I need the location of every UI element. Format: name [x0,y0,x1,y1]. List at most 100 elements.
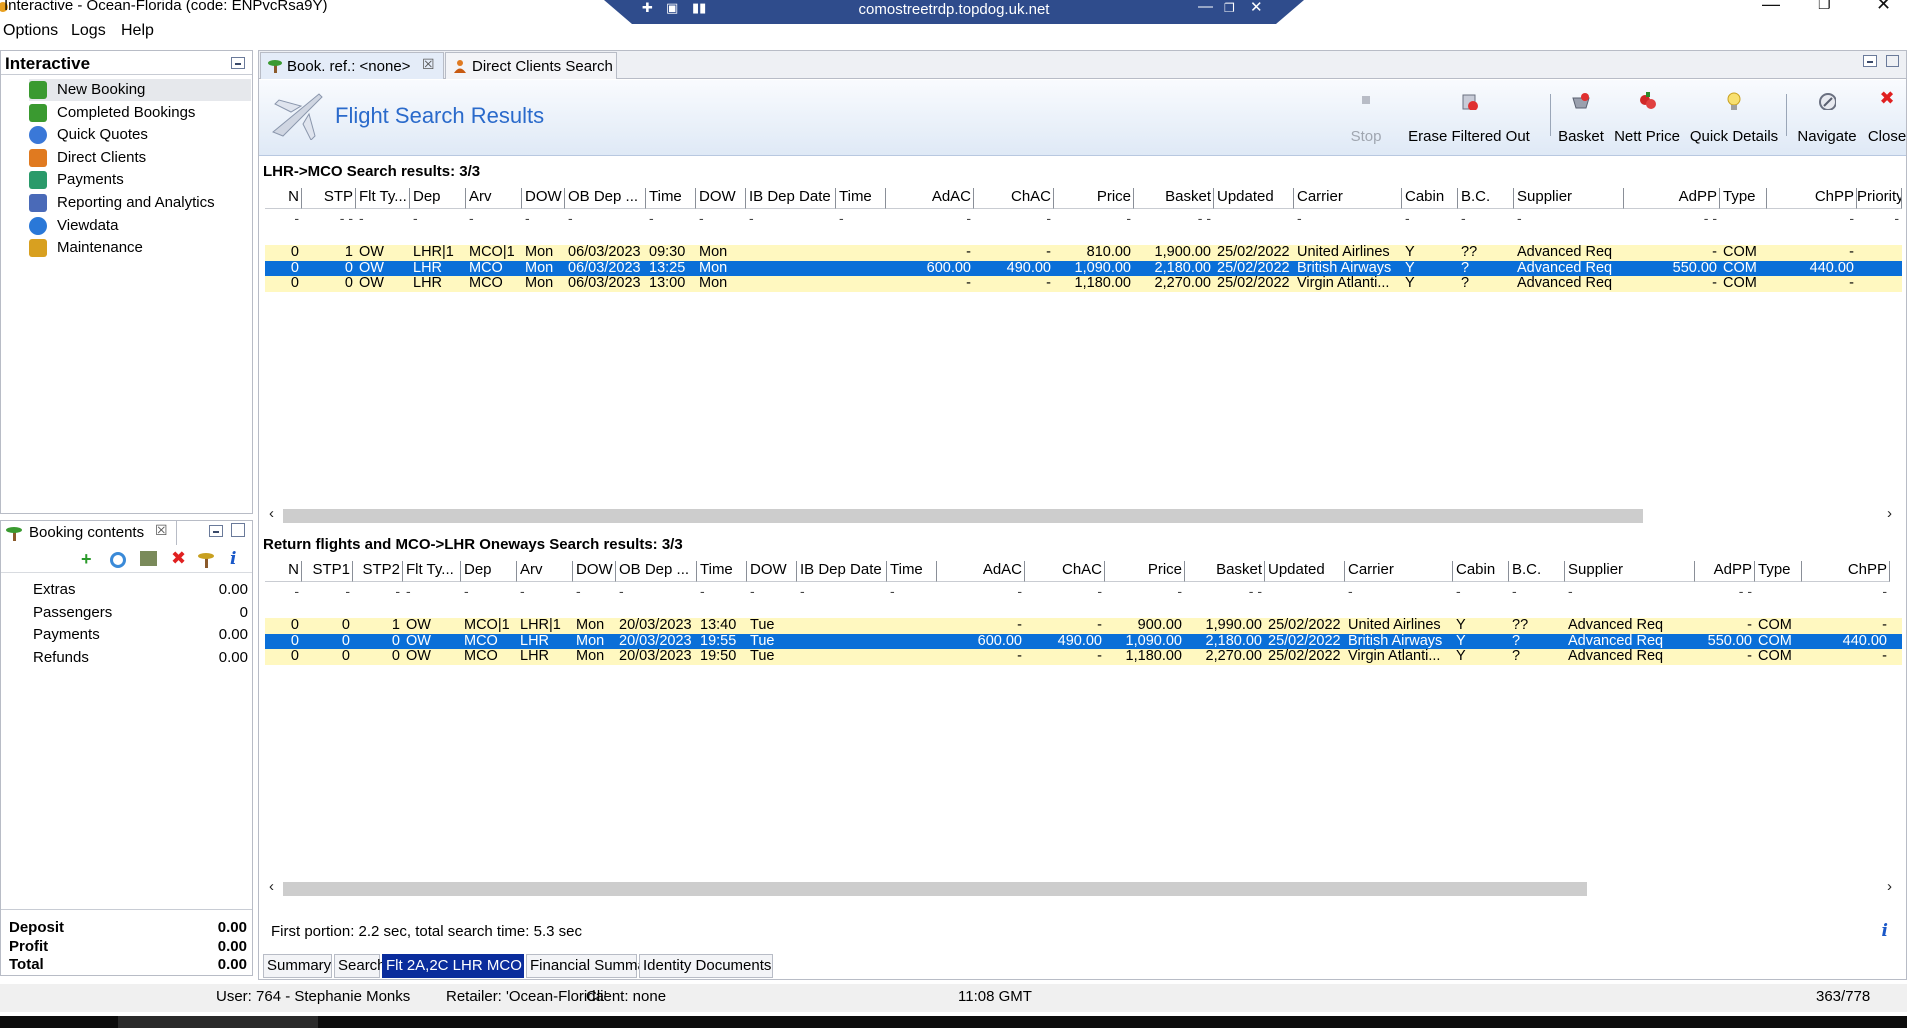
maximize-panel-icon[interactable] [231,523,245,537]
column-header[interactable]: ChAC [1025,561,1105,582]
column-header[interactable]: Dep [410,188,466,209]
column-filter[interactable]: - [573,583,616,601]
erase-filtered-out-button[interactable]: Erase Filtered Out [1394,88,1544,152]
column-filter[interactable]: - [616,583,697,601]
column-filter[interactable]: - [1458,210,1514,228]
rdp-restore-button[interactable]: ❐ [1224,1,1235,15]
column-header[interactable]: IB Dep Date [797,561,887,582]
column-filter[interactable]: - [1857,210,1902,228]
column-filter[interactable]: - [1802,583,1890,601]
table-row[interactable]: 0 0 0 OW MCO LHR Mon 20/03/2023 19:55 Tue 600.00 49… [265,633,1902,649]
column-header[interactable]: STP [302,188,356,209]
column-header[interactable]: DOW [747,561,797,582]
column-header[interactable]: Flt Ty... [403,561,461,582]
bottom-tab-identity-documents[interactable]: Identity Documents [639,954,773,978]
close-tab-icon[interactable]: ☒ [422,56,435,73]
booking-contents-tab[interactable]: Booking contents ☒ [1,521,177,545]
column-filter[interactable]: - - [1624,210,1720,228]
column-header[interactable]: DOW [573,561,616,582]
column-filter[interactable]: - [1402,210,1458,228]
tab-book-ref[interactable]: Book. ref.: <none> ☒ [260,52,444,79]
minimize-panel-icon[interactable] [231,57,245,69]
column-filter[interactable]: - [265,583,302,601]
rdp-close-button[interactable]: ✕ [1250,0,1263,16]
column-header[interactable]: Carrier [1345,561,1453,582]
column-header[interactable]: N [265,188,302,209]
column-header[interactable]: Dep [461,561,517,582]
column-filter[interactable]: - [517,583,573,601]
menu-logs[interactable]: Logs [71,22,106,40]
column-header[interactable]: Carrier [1294,188,1402,209]
column-header[interactable]: Type [1720,188,1767,209]
column-header[interactable]: AdPP [1695,561,1755,582]
column-filter[interactable]: - - [1185,583,1265,601]
column-header[interactable]: DOW [696,188,746,209]
column-header[interactable]: B.C. [1458,188,1514,209]
column-filter[interactable]: - - [302,210,356,228]
delete-icon[interactable]: ✖ [171,548,186,569]
scroll-thumb[interactable] [283,509,1643,523]
nav-item-maintenance[interactable]: Maintenance [29,237,251,259]
column-header[interactable]: Basket [1134,188,1214,209]
rdp-minimize-button[interactable]: — [1198,0,1213,15]
nav-item-reporting-and-analytics[interactable]: Reporting and Analytics [29,192,251,214]
column-filter[interactable]: - [937,583,1025,601]
scroll-right-icon[interactable]: › [1887,878,1892,895]
column-filter[interactable] [1265,583,1345,601]
scroll-left-icon[interactable]: ‹ [269,878,274,895]
column-filter[interactable]: - [886,210,974,228]
minimize-window-button[interactable]: — [1762,0,1780,15]
table-row[interactable]: 0 0 OW LHR MCO Mon 06/03/2023 13:00 Mon - - 1,180.0… [265,275,1902,292]
column-filter[interactable]: - [696,210,746,228]
column-header[interactable]: Supplier [1565,561,1695,582]
column-filter[interactable]: - [565,210,646,228]
column-header[interactable]: Basket [1185,561,1265,582]
menu-options[interactable]: Options [3,22,58,40]
column-header[interactable]: Cabin [1402,188,1458,209]
column-header[interactable]: Updated [1265,561,1345,582]
column-filter[interactable]: - - [1695,583,1755,601]
column-filter[interactable]: - [797,583,887,601]
column-header[interactable]: N [265,561,302,582]
column-header[interactable]: ChAC [974,188,1054,209]
table-row[interactable]: 0 0 1 OW MCO|1 LHR|1 Mon 20/03/2023 13:40 Tue - - 90… [265,617,1902,634]
close-tab-icon[interactable]: ☒ [155,522,168,539]
table-row[interactable]: 0 0 0 OW MCO LHR Mon 20/03/2023 19:50 Tue - - 1,180.… [265,648,1902,665]
column-filter[interactable]: - [974,210,1054,228]
nav-item-quick-quotes[interactable]: Quick Quotes [29,124,251,146]
column-header[interactable]: Time [836,188,886,209]
nett-price-button[interactable]: Nett Price [1611,88,1683,152]
column-header[interactable]: ChPP [1767,188,1857,209]
palm-tree-icon[interactable] [197,551,215,568]
column-header[interactable]: AdPP [1624,188,1720,209]
column-header[interactable]: Flt Ty... [356,188,410,209]
column-header[interactable]: Time [646,188,696,209]
column-filter[interactable]: - [353,583,403,601]
column-header[interactable]: Time [697,561,747,582]
column-filter[interactable]: - [887,583,937,601]
column-header[interactable]: Priority [1857,188,1902,209]
bottom-tab-financial-summary[interactable]: Financial Summary [526,954,658,978]
column-header[interactable]: AdAC [886,188,974,209]
basket-icon[interactable] [140,551,157,566]
table-row[interactable]: 0 1 OW LHR|1 MCO|1 Mon 06/03/2023 09:30 Mon - - 810… [265,244,1902,261]
maximize-editor-icon[interactable] [1886,55,1899,67]
column-header[interactable]: AdAC [937,561,1025,582]
nav-item-direct-clients[interactable]: Direct Clients [29,147,251,169]
column-header[interactable]: STP2 [353,561,403,582]
column-header[interactable]: ChPP [1802,561,1890,582]
column-header[interactable]: Time [887,561,937,582]
add-icon[interactable]: + [81,549,92,570]
column-filter[interactable]: - [746,210,836,228]
stop-button[interactable]: Stop [1347,88,1385,152]
column-header[interactable]: Type [1755,561,1802,582]
bottom-tab-summary[interactable]: Summary [263,954,332,978]
column-header[interactable]: Supplier [1514,188,1624,209]
column-filter[interactable]: - [522,210,565,228]
column-filter[interactable]: - [1453,583,1509,601]
column-header[interactable]: OB Dep ... [616,561,697,582]
nav-item-payments[interactable]: Payments [29,169,251,191]
column-filter[interactable]: - [466,210,522,228]
navigate-button[interactable]: Navigate [1791,88,1863,152]
column-filter[interactable]: - [836,210,886,228]
